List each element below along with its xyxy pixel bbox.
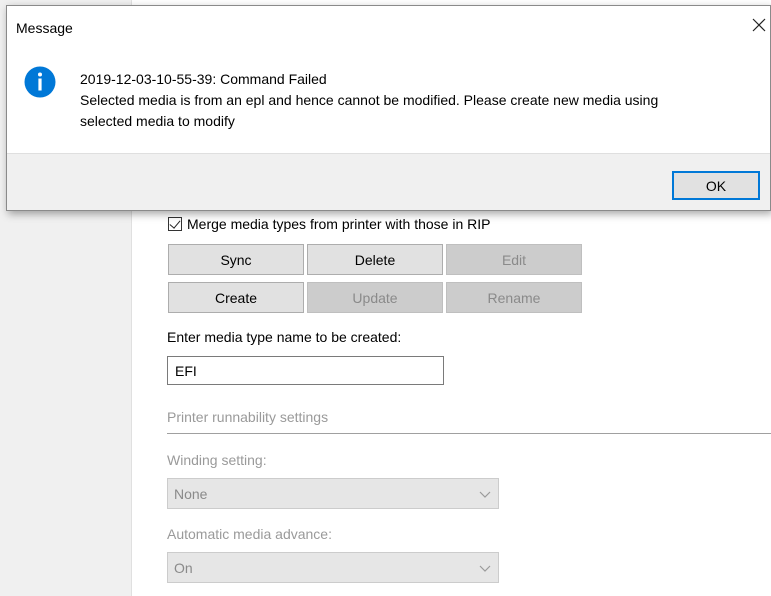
message-line-2: Selected media is from an epl and hence … bbox=[80, 92, 659, 108]
runnability-section-title: Printer runnability settings bbox=[167, 409, 329, 425]
message-line-3: selected media to modify bbox=[80, 113, 235, 129]
rename-button[interactable]: Rename bbox=[446, 282, 582, 313]
message-line-1: 2019-12-03-10-55-39: Command Failed bbox=[80, 71, 327, 87]
edit-button[interactable]: Edit bbox=[446, 244, 582, 275]
delete-button[interactable]: Delete bbox=[307, 244, 443, 275]
section-divider bbox=[167, 433, 771, 434]
winding-select[interactable]: None bbox=[167, 478, 499, 509]
media-name-input[interactable]: EFI bbox=[167, 356, 444, 385]
merge-media-option[interactable]: Merge media types from printer with thos… bbox=[168, 216, 490, 232]
chevron-down-icon bbox=[479, 565, 491, 572]
create-button[interactable]: Create bbox=[168, 282, 304, 313]
info-icon bbox=[24, 66, 56, 98]
merge-checkbox[interactable] bbox=[168, 217, 182, 231]
sync-button[interactable]: Sync bbox=[168, 244, 304, 275]
media-name-value: EFI bbox=[175, 362, 197, 379]
advance-label: Automatic media advance: bbox=[167, 526, 332, 542]
winding-label: Winding setting: bbox=[167, 452, 267, 468]
advance-value: On bbox=[174, 559, 193, 576]
dialog-footer bbox=[7, 153, 770, 210]
ok-button[interactable]: OK bbox=[672, 171, 760, 200]
winding-value: None bbox=[174, 485, 208, 502]
update-button[interactable]: Update bbox=[307, 282, 443, 313]
advance-select[interactable]: On bbox=[167, 552, 499, 583]
enter-name-label: Enter media type name to be created: bbox=[167, 329, 402, 345]
close-icon[interactable] bbox=[748, 14, 770, 36]
message-dialog: Message 2019-12-03-10-55-39: Command Fai… bbox=[6, 5, 771, 211]
chevron-down-icon bbox=[479, 491, 491, 498]
merge-label: Merge media types from printer with thos… bbox=[187, 216, 491, 232]
dialog-title: Message bbox=[16, 20, 73, 36]
